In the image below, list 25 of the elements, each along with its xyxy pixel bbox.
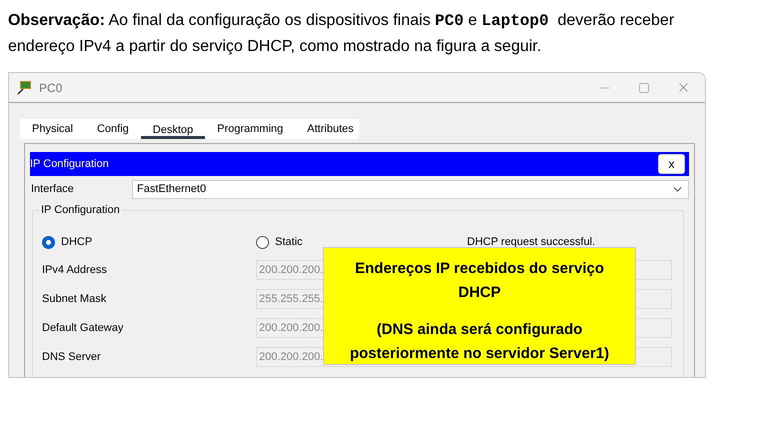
status-text: DHCP request successful. [467, 234, 596, 250]
close-button[interactable]: x [658, 154, 685, 174]
tab[interactable]: Attributes [295, 119, 366, 139]
interface-label: Interface [30, 182, 75, 197]
maximize-icon[interactable] [638, 82, 650, 94]
radio-button[interactable] [42, 236, 55, 248]
radio-option[interactable]: Static [256, 234, 467, 250]
computer-icon [17, 80, 33, 96]
panel-title: IP Configuration [30, 156, 109, 172]
field-label: Subnet Mask [42, 292, 108, 307]
window-title: PC0 [39, 80, 62, 96]
tab[interactable]: Physical [20, 119, 85, 139]
radio-button[interactable] [256, 236, 269, 248]
note-text: (DNS ainda será configurado posteriormente no servidor Server1) [348, 320, 610, 364]
field-label: IPv4 Address [42, 262, 108, 278]
tab[interactable]: Programming [205, 119, 296, 139]
tab[interactable]: Desktop [140, 119, 206, 139]
observation-text: Observação: Ao final da configuração os dispositivos finais PC0 e Laptop0 deverão receber endereço IPv4 a partir do serviço DHCP, como mostrado na figura a seguir. [7, 11, 676, 57]
field-label: DNS Server [42, 350, 102, 365]
field-label: Default Gateway [42, 320, 124, 336]
tab[interactable]: Config [84, 119, 141, 139]
interface-dropdown[interactable]: FastEthernet0 [132, 180, 689, 198]
note-text: Endereços IP recebidos do serviço DHCP [354, 259, 605, 303]
radio-option[interactable]: DHCP [42, 234, 256, 250]
group-title: IP Configuration [39, 202, 122, 218]
